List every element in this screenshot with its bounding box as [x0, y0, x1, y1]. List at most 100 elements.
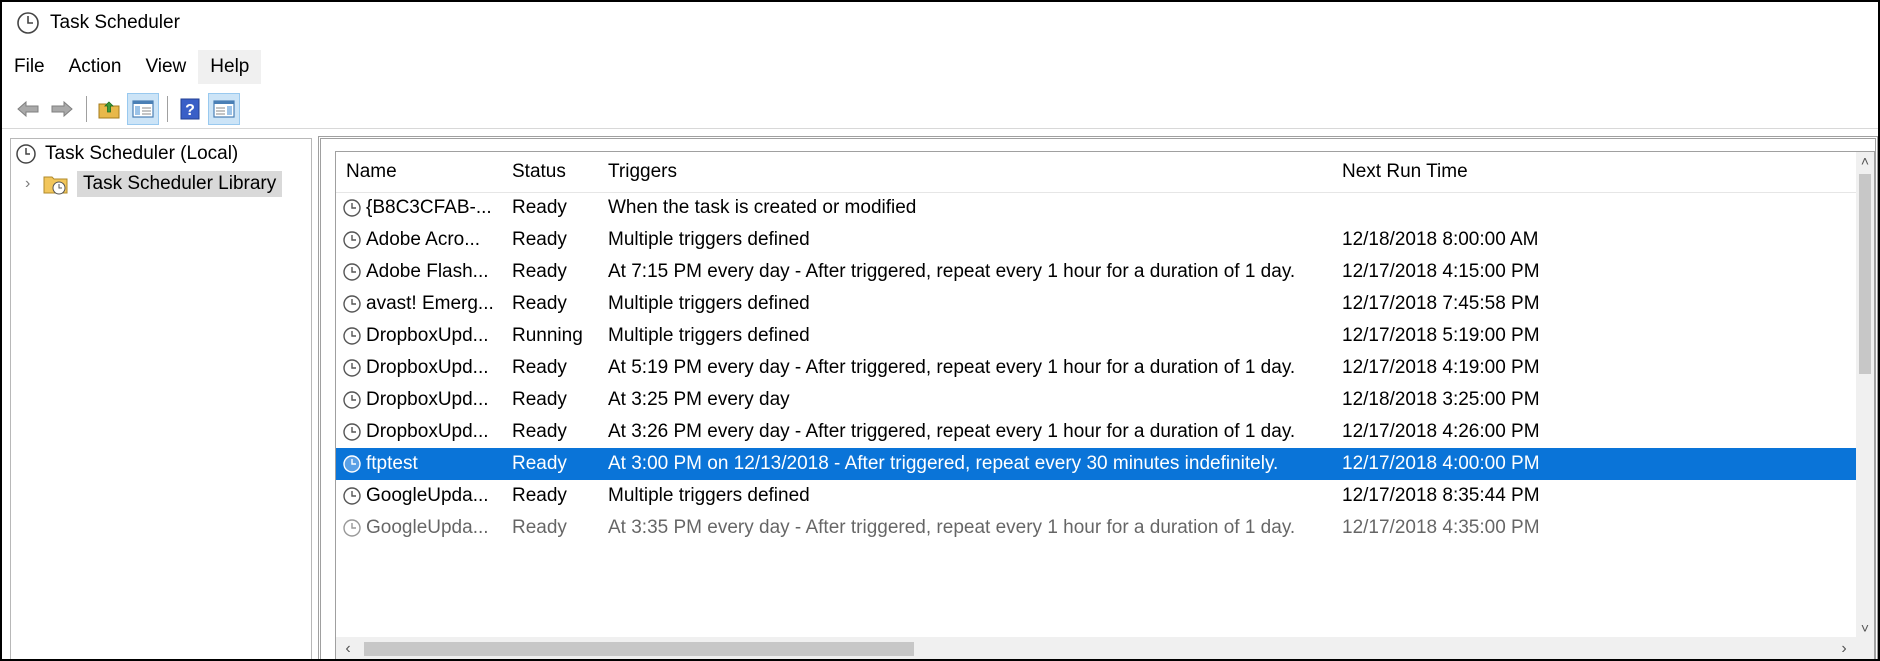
- task-status: Ready: [502, 197, 598, 219]
- menu-action[interactable]: Action: [57, 50, 134, 84]
- svg-text:?: ?: [185, 102, 195, 119]
- task-triggers-text: At 7:15 PM every day - After triggered, …: [608, 261, 1296, 282]
- task-status: Ready: [502, 517, 598, 539]
- task-row[interactable]: ftptest Ready At 3:00 PM on 12/13/2018 -…: [336, 448, 1856, 480]
- task-row[interactable]: {B8C3CFAB-... Ready When the task is cre…: [336, 192, 1856, 224]
- task-row[interactable]: GoogleUpda... Ready At 3:35 PM every day…: [336, 512, 1856, 544]
- forward-arrow-icon: [51, 100, 73, 118]
- task-status: Ready: [502, 293, 598, 315]
- task-row[interactable]: DropboxUpd... Ready At 5:19 PM every day…: [336, 352, 1856, 384]
- scroll-left-icon[interactable]: ‹: [336, 637, 360, 659]
- task-next-run-text: 12/17/2018 4:19:00 PM: [1342, 357, 1540, 378]
- scroll-thumb[interactable]: [364, 642, 914, 656]
- task-name-cell: GoogleUpda...: [336, 517, 502, 539]
- task-triggers-text: When the task is created or modified: [608, 197, 917, 218]
- task-row[interactable]: DropboxUpd... Running Multiple triggers …: [336, 320, 1856, 352]
- task-next-run-text: 12/17/2018 7:45:58 PM: [1342, 293, 1540, 314]
- task-status-text: Running: [512, 325, 583, 346]
- scroll-right-icon[interactable]: ›: [1832, 637, 1856, 659]
- task-status-text: Ready: [512, 485, 567, 506]
- horizontal-scrollbar[interactable]: ‹ ›: [336, 637, 1856, 659]
- list-header: Name Status Triggers Next Run Time: [336, 152, 1874, 193]
- task-name-cell: GoogleUpda...: [336, 485, 502, 507]
- task-status-text: Ready: [512, 517, 567, 538]
- task-rows: {B8C3CFAB-... Ready When the task is cre…: [336, 192, 1856, 544]
- task-name: Adobe Acro...: [366, 229, 481, 250]
- task-name: GoogleUpda...: [366, 517, 489, 538]
- back-arrow-icon: [17, 100, 39, 118]
- task-name-cell: DropboxUpd...: [336, 421, 502, 443]
- task-clock-icon: [343, 231, 361, 249]
- task-name: avast! Emerg...: [366, 293, 494, 314]
- menu-help[interactable]: Help: [198, 50, 262, 84]
- task-triggers-text: Multiple triggers defined: [608, 229, 810, 250]
- toolbar-separator: [86, 96, 87, 122]
- task-clock-icon: [343, 455, 361, 473]
- task-row[interactable]: DropboxUpd... Ready At 3:26 PM every day…: [336, 416, 1856, 448]
- window-title: Task Scheduler: [50, 12, 180, 33]
- show-hide-action-pane-button[interactable]: [208, 93, 240, 125]
- task-next-run-time: 12/17/2018 8:35:44 PM: [1332, 485, 1552, 507]
- task-row[interactable]: Adobe Acro... Ready Multiple triggers de…: [336, 224, 1856, 256]
- column-header-next-run-time[interactable]: Next Run Time: [1332, 152, 1552, 192]
- task-name-cell: Adobe Acro...: [336, 229, 502, 251]
- task-status: Ready: [502, 421, 598, 443]
- task-next-run-time: 12/17/2018 4:35:00 PM: [1332, 517, 1552, 539]
- up-one-level-button[interactable]: [93, 93, 125, 125]
- task-next-run-time: 12/17/2018 4:19:00 PM: [1332, 357, 1552, 379]
- vertical-scrollbar[interactable]: ˄ ˅: [1856, 152, 1874, 637]
- task-triggers: When the task is created or modified: [598, 197, 1332, 219]
- task-name-cell: DropboxUpd...: [336, 325, 502, 347]
- task-name: DropboxUpd...: [366, 389, 489, 410]
- column-header-status[interactable]: Status: [502, 152, 598, 192]
- show-hide-console-tree-button[interactable]: [127, 93, 159, 125]
- task-list: Name Status Triggers Next Run Time {B8C3…: [335, 151, 1875, 659]
- task-clock-icon: [343, 487, 361, 505]
- task-next-run-text: 12/17/2018 5:19:00 PM: [1342, 325, 1540, 346]
- show-hide-action-pane-icon: [213, 100, 235, 118]
- column-header-name[interactable]: Name: [336, 152, 502, 192]
- task-clock-icon: [343, 199, 361, 217]
- task-triggers-text: Multiple triggers defined: [608, 485, 810, 506]
- task-row[interactable]: avast! Emerg... Ready Multiple triggers …: [336, 288, 1856, 320]
- scrollbar-corner: [1856, 637, 1874, 659]
- tree-item-task-scheduler-local[interactable]: Task Scheduler (Local): [11, 139, 311, 169]
- column-header-triggers[interactable]: Triggers: [598, 152, 1332, 192]
- task-clock-icon: [343, 391, 361, 409]
- task-next-run-time: 12/17/2018 5:19:00 PM: [1332, 325, 1552, 347]
- menu-view[interactable]: View: [133, 50, 198, 84]
- task-clock-icon: [343, 423, 361, 441]
- task-status: Ready: [502, 485, 598, 507]
- task-triggers-text: At 3:00 PM on 12/13/2018 - After trigger…: [608, 453, 1279, 474]
- task-next-run-text: 12/17/2018 4:26:00 PM: [1342, 421, 1540, 442]
- task-next-run-text: 12/18/2018 8:00:00 AM: [1342, 229, 1539, 250]
- help-button[interactable]: ?: [174, 93, 206, 125]
- task-row[interactable]: DropboxUpd... Ready At 3:25 PM every day…: [336, 384, 1856, 416]
- scroll-up-icon[interactable]: ˄: [1856, 152, 1874, 170]
- scroll-thumb[interactable]: [1859, 174, 1871, 374]
- task-row[interactable]: Adobe Flash... Ready At 7:15 PM every da…: [336, 256, 1856, 288]
- forward-button[interactable]: [46, 93, 78, 125]
- task-list-pane: Name Status Triggers Next Run Time {B8C3…: [318, 136, 1878, 659]
- task-scheduler-window: Task Scheduler File Action View Help ? T…: [0, 0, 1880, 661]
- task-row[interactable]: GoogleUpda... Ready Multiple triggers de…: [336, 480, 1856, 512]
- task-triggers-text: Multiple triggers defined: [608, 293, 810, 314]
- chevron-right-icon[interactable]: ›: [25, 175, 43, 193]
- tree-item-label: Task Scheduler Library: [77, 171, 283, 197]
- task-next-run-text: 12/18/2018 3:25:00 PM: [1342, 389, 1540, 410]
- task-triggers: At 7:15 PM every day - After triggered, …: [598, 261, 1332, 283]
- menu-file[interactable]: File: [2, 50, 57, 84]
- task-triggers: At 3:00 PM on 12/13/2018 - After trigger…: [598, 453, 1332, 475]
- task-next-run-text: 12/17/2018 4:00:00 PM: [1342, 453, 1540, 474]
- task-status: Ready: [502, 389, 598, 411]
- back-button[interactable]: [12, 93, 44, 125]
- task-clock-icon: [343, 327, 361, 345]
- task-triggers: At 5:19 PM every day - After triggered, …: [598, 357, 1332, 379]
- scroll-down-icon[interactable]: ˅: [1856, 619, 1874, 637]
- tree-item-task-scheduler-library[interactable]: › Task Scheduler Library: [11, 169, 311, 199]
- task-triggers: Multiple triggers defined: [598, 229, 1332, 251]
- task-clock-icon: [343, 519, 361, 537]
- task-status: Ready: [502, 357, 598, 379]
- library-folder-icon: [43, 176, 68, 195]
- show-hide-console-tree-icon: [132, 100, 154, 118]
